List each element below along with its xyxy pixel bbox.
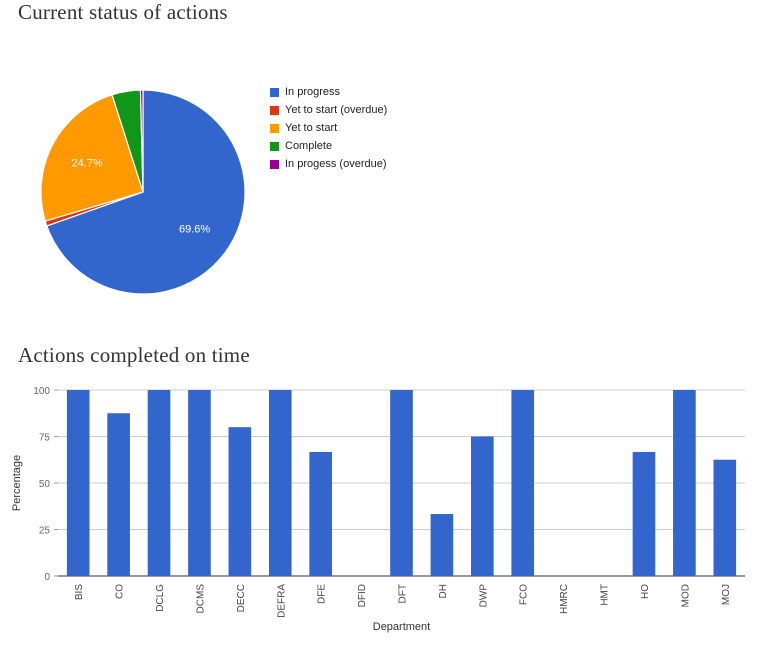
x-axis-category-label: DCLG <box>155 584 166 612</box>
legend-swatch-icon <box>270 159 279 169</box>
x-axis-category-label: DCMS <box>195 584 206 614</box>
legend-swatch-icon <box>270 105 279 115</box>
bar[interactable] <box>713 459 737 576</box>
bar[interactable] <box>632 451 656 576</box>
legend-item-yet-to-start-overdue[interactable]: Yet to start (overdue) <box>270 104 387 116</box>
y-axis-tick-label: 25 <box>39 526 51 537</box>
y-axis-tick-label: 75 <box>39 433 51 444</box>
legend-swatch-icon <box>270 87 279 97</box>
x-axis-category-label: DFE <box>317 584 328 604</box>
x-axis-category-label: DFID <box>357 584 368 607</box>
legend-item-in-progress[interactable]: In progress <box>270 86 387 98</box>
pie-chart-graphic[interactable]: 69.6% 24.7% <box>30 82 260 317</box>
bar[interactable] <box>66 390 90 576</box>
bar[interactable] <box>107 413 130 576</box>
legend-item-yet-to-start[interactable]: Yet to start <box>270 122 387 134</box>
bar-chart-graphic[interactable]: 0 25 50 75 100 Percentage BIS CO DCLG DCMS DECC DEF… <box>0 378 758 643</box>
legend-item-in-progess-overdue[interactable]: In progess (overdue) <box>270 158 387 170</box>
y-axis-tick-label: 0 <box>44 572 50 583</box>
bar[interactable] <box>309 451 332 576</box>
x-axis-category-label: HO <box>640 584 651 599</box>
bar[interactable] <box>430 514 454 576</box>
legend-swatch-icon <box>270 123 279 133</box>
pie-slice-value-label: 24.7% <box>72 157 103 169</box>
bar[interactable] <box>228 427 252 576</box>
x-axis-category-label: MOD <box>680 584 691 607</box>
pie-chart-title: Current status of actions <box>18 0 228 24</box>
y-axis-tick-label: 50 <box>39 479 51 490</box>
bar[interactable] <box>471 436 494 577</box>
legend-swatch-icon <box>270 141 279 151</box>
y-axis-tick-label: 100 <box>33 386 50 397</box>
bar-chart-title: Actions completed on time <box>18 343 250 367</box>
bar[interactable] <box>511 390 535 576</box>
legend-item-label: In progess (overdue) <box>285 158 387 170</box>
x-axis-category-label: DEFRA <box>276 584 287 618</box>
bar[interactable] <box>673 390 696 576</box>
x-axis-category-label: FCO <box>519 584 530 605</box>
bar[interactable] <box>147 390 171 576</box>
bar[interactable] <box>390 390 413 576</box>
legend-item-label: Complete <box>285 140 333 152</box>
pie-chart-block: 69.6% 24.7% In progress Yet to start (ove… <box>0 62 758 312</box>
pie-svg: 69.6% 24.7% <box>40 89 246 295</box>
x-axis-title: Department <box>373 621 430 633</box>
x-axis-category-label: BIS <box>74 584 85 600</box>
bar-chart-block: 0 25 50 75 100 Percentage BIS CO DCLG DCMS DECC DEF… <box>0 378 758 643</box>
x-axis-category-label: MOJ <box>721 584 732 605</box>
legend-item-label: Yet to start (overdue) <box>285 104 388 116</box>
x-axis-category-label: HMT <box>600 584 611 606</box>
pie-slice-value-label: 69.6% <box>179 224 210 236</box>
pie-legend: In progress Yet to start (overdue) Yet t… <box>270 86 387 176</box>
x-axis-category-label: DFT <box>398 584 409 603</box>
legend-item-label: In progress <box>285 86 341 98</box>
legend-item-label: Yet to start <box>285 122 338 134</box>
x-axis-category-label: DH <box>438 584 449 598</box>
legend-item-complete[interactable]: Complete <box>270 140 387 152</box>
x-axis-category-label: HMRC <box>559 584 570 614</box>
y-axis-title: Percentage <box>11 455 23 511</box>
x-axis-category-label: CO <box>115 584 126 599</box>
bar[interactable] <box>268 390 292 576</box>
bar[interactable] <box>188 390 211 576</box>
x-axis-category-label: DECC <box>236 584 247 612</box>
x-axis-category-label: DWP <box>478 584 489 608</box>
